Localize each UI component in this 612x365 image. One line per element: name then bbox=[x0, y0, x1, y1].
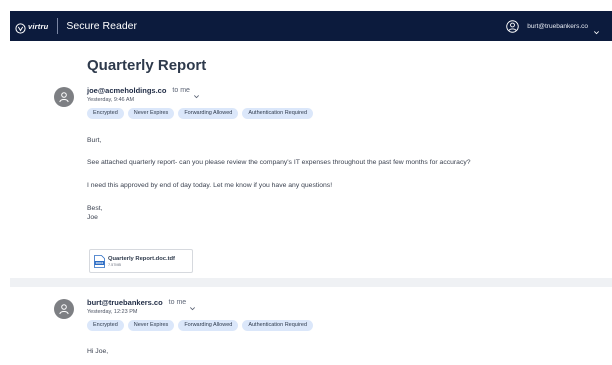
user-circle-icon bbox=[506, 19, 519, 33]
message-separator bbox=[10, 278, 612, 287]
avatar bbox=[54, 87, 74, 107]
body-line: Burt, bbox=[87, 137, 102, 144]
tag-never-expires: Never Expires bbox=[127, 108, 175, 119]
tag-authentication-required: Authentication Required bbox=[242, 108, 314, 119]
tag-authentication-required: Authentication Required bbox=[242, 320, 314, 331]
recipient-label: to me bbox=[168, 298, 187, 306]
docx-file-icon: DOCX bbox=[94, 254, 105, 268]
chevron-down-icon bbox=[593, 23, 600, 34]
top-bar: virtru Secure Reader burt@truebankers.co bbox=[10, 11, 612, 41]
file-type-label: DOCX bbox=[96, 261, 104, 265]
body-line: Joe bbox=[87, 214, 98, 221]
window-top-margin bbox=[0, 0, 612, 11]
message-1: joe@acmeholdings.co to me Yesterday, 9:4… bbox=[10, 83, 612, 279]
secure-reader-app: virtru Secure Reader burt@truebankers.co… bbox=[10, 11, 612, 365]
body-line: Best, bbox=[87, 205, 103, 212]
user-menu[interactable]: burt@truebankers.co bbox=[506, 11, 612, 41]
sender-line: joe@acmeholdings.co to me bbox=[87, 85, 313, 98]
message-2: burt@truebankers.co to me Yesterday, 12:… bbox=[10, 295, 612, 365]
security-tags: Encrypted Never Expires Forwarding Allow… bbox=[87, 320, 314, 331]
attachment-size: 7.57MB bbox=[108, 262, 122, 267]
virtru-logo[interactable]: virtru bbox=[10, 11, 48, 41]
message-time: Yesterday, 9:46 AM bbox=[87, 97, 135, 103]
attachment-card[interactable]: DOCX Quarterly Report.doc.tdf 7.57MB bbox=[89, 249, 193, 273]
tag-forwarding-allowed: Forwarding Allowed bbox=[178, 108, 239, 119]
message-header: burt@truebankers.co to me Yesterday, 12:… bbox=[87, 297, 314, 331]
tag-never-expires: Never Expires bbox=[127, 320, 175, 331]
message-body: Burt, See attached quarterly report- can… bbox=[87, 136, 471, 222]
virtru-logo-icon bbox=[15, 21, 26, 34]
chevron-down-icon[interactable] bbox=[193, 87, 200, 98]
user-email: burt@truebankers.co bbox=[527, 22, 588, 30]
tag-forwarding-allowed: Forwarding Allowed bbox=[178, 320, 239, 331]
attachment-meta: Quarterly Report.doc.tdf 7.57MB bbox=[108, 256, 175, 267]
recipient-label: to me bbox=[172, 86, 190, 94]
message-body: Hi Joe, bbox=[87, 348, 108, 355]
app-title: Secure Reader bbox=[66, 20, 137, 32]
message-time: Yesterday, 12:23 PM bbox=[87, 309, 138, 315]
title-divider bbox=[57, 18, 59, 34]
sender-email[interactable]: joe@acmeholdings.co bbox=[87, 86, 166, 95]
chevron-down-icon[interactable] bbox=[189, 299, 196, 310]
person-icon bbox=[59, 92, 69, 103]
body-line: I need this approved by end of day today… bbox=[87, 182, 333, 189]
tag-encrypted: Encrypted bbox=[87, 108, 124, 119]
window-left-margin bbox=[0, 0, 10, 365]
body-line: Hi Joe, bbox=[87, 348, 109, 355]
message-header: joe@acmeholdings.co to me Yesterday, 9:4… bbox=[87, 85, 314, 119]
email-subject: Quarterly Report bbox=[87, 57, 207, 74]
tag-encrypted: Encrypted bbox=[87, 320, 124, 331]
avatar bbox=[54, 299, 74, 319]
sender-line: burt@truebankers.co to me bbox=[87, 297, 313, 310]
attachment-name: Quarterly Report.doc.tdf bbox=[108, 255, 175, 262]
body-line: See attached quarterly report- can you p… bbox=[87, 159, 471, 166]
security-tags: Encrypted Never Expires Forwarding Allow… bbox=[87, 108, 314, 119]
logo-text: virtru bbox=[28, 21, 49, 31]
person-icon bbox=[59, 304, 69, 315]
sender-email[interactable]: burt@truebankers.co bbox=[87, 298, 163, 307]
